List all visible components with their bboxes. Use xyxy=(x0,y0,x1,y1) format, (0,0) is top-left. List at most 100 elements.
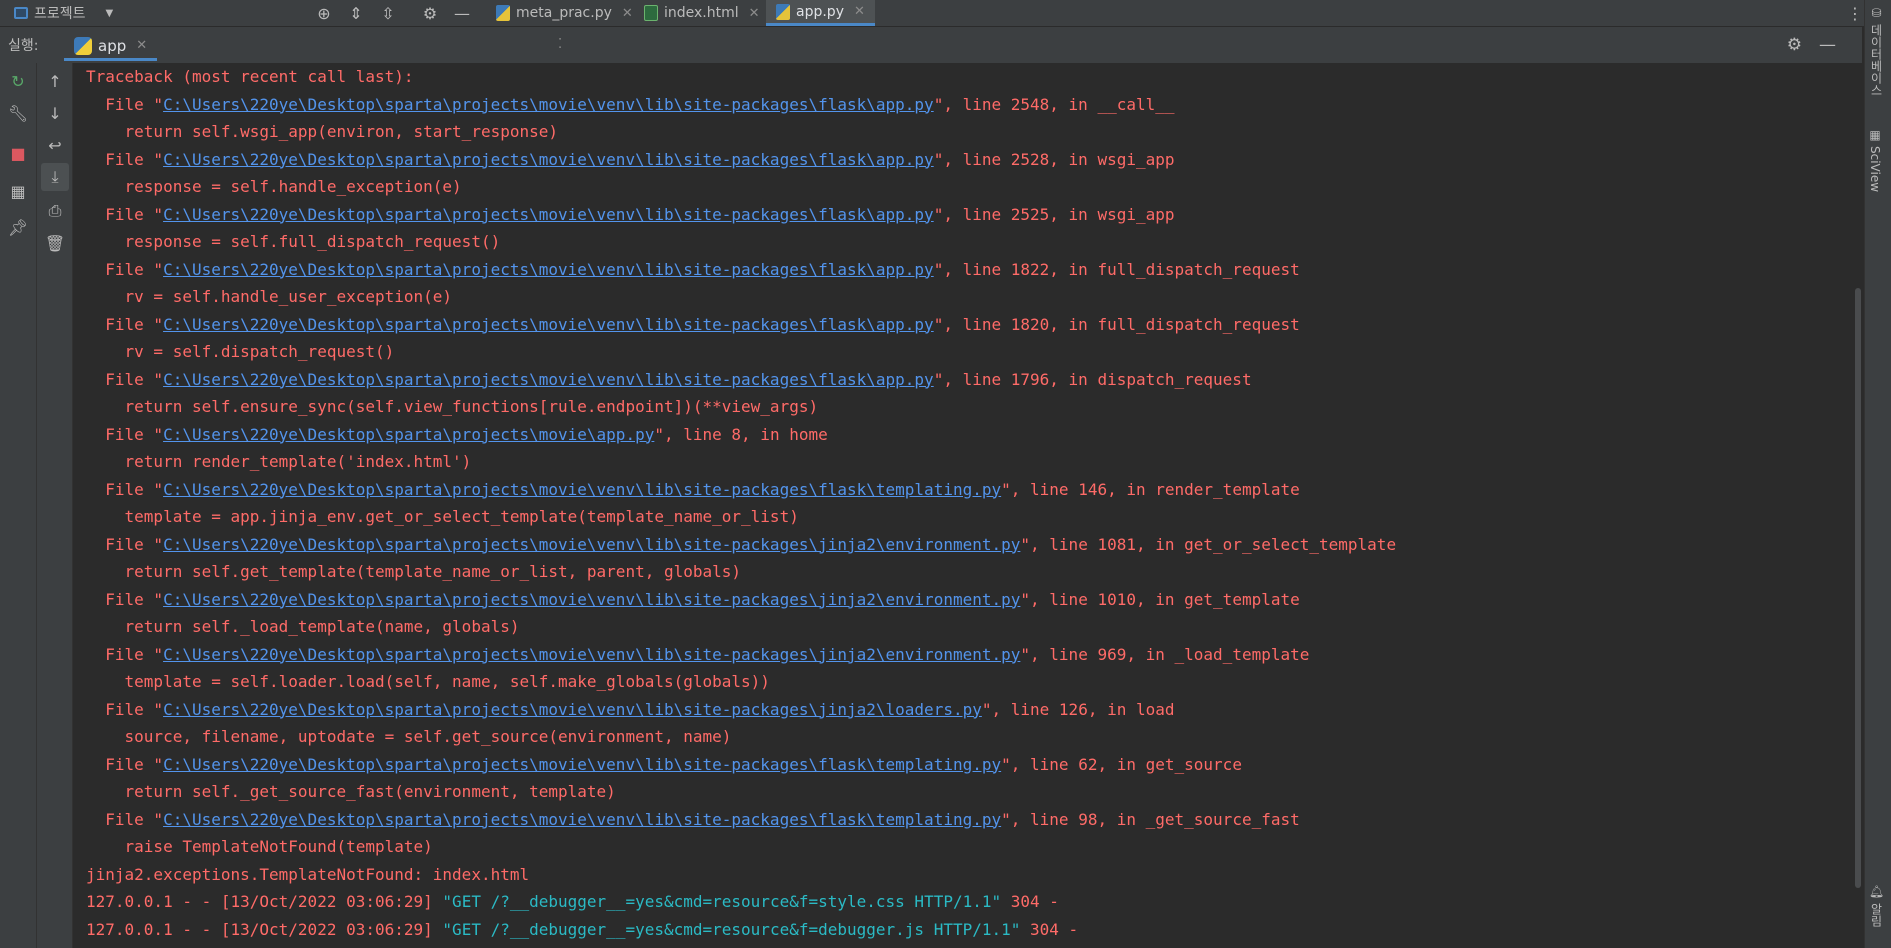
console-line: response = self.handle_exception(e) xyxy=(86,173,1852,201)
file-path-link[interactable]: C:\Users\220ye\Desktop\sparta\projects\m… xyxy=(163,755,1001,774)
bell-icon: 🔔︎ xyxy=(1869,884,1884,900)
console-line: return render_template('index.html') xyxy=(86,448,1852,476)
trace-prefix: File " xyxy=(86,149,164,169)
expand-all-icon[interactable]: ⇕ xyxy=(344,0,368,26)
console-text: response = self.handle_exception(e) xyxy=(86,177,462,196)
console-line: File "C:\Users\220ye\Desktop\sparta\proj… xyxy=(86,366,1852,394)
notifications-label: 알림 xyxy=(1869,903,1883,928)
console-line: rv = self.handle_user_exception(e) xyxy=(86,283,1852,311)
console-text: raise TemplateNotFound(template) xyxy=(86,837,433,856)
trace-prefix: File " xyxy=(86,94,164,114)
trace-prefix: File " xyxy=(86,259,164,279)
console-line: File "C:\Users\220ye\Desktop\sparta\proj… xyxy=(86,201,1852,229)
right-tool-strip: ⛁ 데이터베이스 ▦ SciView 🔔︎ 알림 xyxy=(1864,0,1891,948)
file-path-link[interactable]: C:\Users\220ye\Desktop\sparta\projects\m… xyxy=(163,700,982,719)
file-path-link[interactable]: C:\Users\220ye\Desktop\sparta\projects\m… xyxy=(163,590,1020,609)
trace-suffix: ", line 1820, in full_dispatch_request xyxy=(933,314,1300,334)
trash-icon[interactable]: 🗑︎ xyxy=(41,229,69,257)
trace-suffix: ", line 98, in _get_source_fast xyxy=(1001,809,1300,829)
request-line: "GET /?__debugger__=yes&cmd=resource&f=d… xyxy=(442,919,1021,939)
console-line: File "C:\Users\220ye\Desktop\sparta\proj… xyxy=(86,311,1852,339)
file-path-link[interactable]: C:\Users\220ye\Desktop\sparta\projects\m… xyxy=(163,150,934,169)
trace-prefix: File " xyxy=(86,754,164,774)
run-tab-app[interactable]: app ✕ xyxy=(64,33,158,61)
file-path-link[interactable]: C:\Users\220ye\Desktop\sparta\projects\m… xyxy=(163,535,1020,554)
file-path-link[interactable]: C:\Users\220ye\Desktop\sparta\projects\m… xyxy=(163,370,934,389)
console-text: return self.get_template(template_name_o… xyxy=(86,562,742,581)
database-panel-button[interactable]: ⛁ 데이터베이스 xyxy=(1868,6,1885,96)
console-text: source, filename, uptodate = self.get_so… xyxy=(86,727,732,746)
more-options-icon[interactable]: ⋮ xyxy=(1847,0,1863,26)
trace-suffix: ", line 1010, in get_template xyxy=(1020,589,1300,609)
gear-icon[interactable]: ⚙ xyxy=(1787,27,1802,63)
trace-prefix: File " xyxy=(86,809,164,829)
top-bar: 프로젝트 ▼ ⊕ ⇕ ⇳ ⚙ — meta_prac.py ✕ index.ht… xyxy=(0,0,1891,27)
request-prefix: 127.0.0.1 - - [13/Oct/2022 03:06:29] xyxy=(86,892,443,911)
console-line: File "C:\Users\220ye\Desktop\sparta\proj… xyxy=(86,806,1852,834)
hide-icon[interactable]: — xyxy=(450,0,474,26)
arrow-up-icon[interactable]: ↑ xyxy=(41,67,69,95)
console-line: return self._get_source_fast(environment… xyxy=(86,778,1852,806)
pin-icon[interactable]: 📌︎ xyxy=(4,213,32,241)
run-actions-toolbar: ↻ 🔧︎ ■ ▦ 📌︎ xyxy=(0,63,37,948)
request-line: "GET /?__debugger__=yes&cmd=resource&f=s… xyxy=(442,892,1002,911)
tab-index-html[interactable]: index.html ✕ xyxy=(634,0,770,26)
trace-suffix: ", line 969, in _load_template xyxy=(1020,644,1310,664)
collapse-all-icon[interactable]: ⇳ xyxy=(376,0,400,26)
scroll-to-end-icon[interactable]: ⤓ xyxy=(41,163,69,191)
trace-prefix: File " xyxy=(86,699,164,719)
console-text: rv = self.dispatch_request() xyxy=(86,342,395,361)
file-path-link[interactable]: C:\Users\220ye\Desktop\sparta\projects\m… xyxy=(163,425,654,444)
tab-label: index.html xyxy=(664,5,739,21)
soft-wrap-icon[interactable]: ↩ xyxy=(41,131,69,159)
arrow-down-icon[interactable]: ↓ xyxy=(41,99,69,127)
console-text: return self._get_source_fast(environment… xyxy=(86,782,616,801)
trace-suffix: ", line 8, in home xyxy=(654,424,828,444)
trace-prefix: File " xyxy=(86,479,164,499)
console-actions-toolbar: ↑ ↓ ↩ ⤓ ⎙ 🗑︎ xyxy=(37,63,73,948)
close-icon[interactable]: ✕ xyxy=(854,4,865,19)
console-line: Traceback (most recent call last): xyxy=(86,63,1852,91)
vertical-scrollbar[interactable] xyxy=(1852,63,1864,948)
console-text: jinja2.exceptions.TemplateNotFound: inde… xyxy=(86,864,530,884)
file-path-link[interactable]: C:\Users\220ye\Desktop\sparta\projects\m… xyxy=(163,315,934,334)
trace-prefix: File " xyxy=(86,204,164,224)
console-text: rv = self.handle_user_exception(e) xyxy=(86,287,453,306)
console-text: return self._load_template(name, globals… xyxy=(86,617,520,636)
drag-handle-icon[interactable]: ⁚ xyxy=(558,37,562,52)
trace-suffix: ", line 1822, in full_dispatch_request xyxy=(933,259,1300,279)
close-icon[interactable]: ✕ xyxy=(749,6,760,21)
trace-prefix: File " xyxy=(86,369,164,389)
tab-app-py[interactable]: app.py ✕ xyxy=(766,0,875,26)
notifications-button[interactable]: 🔔︎ 알림 xyxy=(1868,884,1885,927)
scrollbar-thumb[interactable] xyxy=(1855,288,1861,888)
project-selector[interactable]: 프로젝트 ▼ xyxy=(14,0,113,26)
grid-icon: ▦ xyxy=(1868,128,1882,142)
file-path-link[interactable]: C:\Users\220ye\Desktop\sparta\projects\m… xyxy=(163,205,934,224)
stop-icon[interactable]: ■ xyxy=(4,139,32,167)
file-path-link[interactable]: C:\Users\220ye\Desktop\sparta\projects\m… xyxy=(163,480,1001,499)
wrench-icon[interactable]: 🔧︎ xyxy=(4,99,32,127)
close-icon[interactable]: ✕ xyxy=(136,38,147,53)
close-icon[interactable]: ✕ xyxy=(622,6,633,21)
print-icon[interactable]: ⎙ xyxy=(41,197,69,225)
layout-icon[interactable]: ▦ xyxy=(4,177,32,205)
minimize-icon[interactable]: — xyxy=(1819,27,1836,63)
request-status: 304 - xyxy=(1001,892,1059,911)
file-path-link[interactable]: C:\Users\220ye\Desktop\sparta\projects\m… xyxy=(163,645,1020,664)
tab-label: app.py xyxy=(796,3,844,20)
console-line: return self.wsgi_app(environ, start_resp… xyxy=(86,118,1852,146)
file-path-link[interactable]: C:\Users\220ye\Desktop\sparta\projects\m… xyxy=(163,95,934,114)
gear-icon[interactable]: ⚙ xyxy=(418,0,442,26)
locate-icon[interactable]: ⊕ xyxy=(312,0,336,26)
console-line: File "C:\Users\220ye\Desktop\sparta\proj… xyxy=(86,476,1852,504)
trace-suffix: ", line 126, in load xyxy=(981,699,1175,719)
file-path-link[interactable]: C:\Users\220ye\Desktop\sparta\projects\m… xyxy=(163,810,1001,829)
run-label: 실행: xyxy=(8,38,39,54)
file-path-link[interactable]: C:\Users\220ye\Desktop\sparta\projects\m… xyxy=(163,260,934,279)
rerun-icon[interactable]: ↻ xyxy=(4,67,32,95)
project-window-icon xyxy=(14,7,28,19)
tab-meta-prac[interactable]: meta_prac.py ✕ xyxy=(486,0,643,26)
sciview-panel-button[interactable]: ▦ SciView xyxy=(1868,128,1882,192)
console-output[interactable]: Traceback (most recent call last): File … xyxy=(73,63,1852,948)
